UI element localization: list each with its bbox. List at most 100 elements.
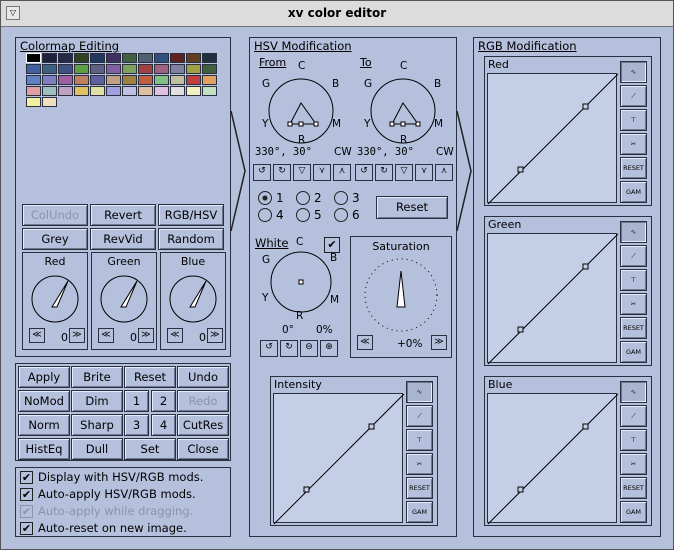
green-spline-icon[interactable]: ∿ (620, 221, 647, 243)
colormap-cell[interactable] (202, 53, 217, 63)
to-shrink-icon[interactable]: ⋏ (435, 164, 453, 181)
red-curve[interactable] (487, 73, 619, 205)
colormap-cell[interactable] (138, 64, 153, 74)
preset-4-button[interactable]: 4 (151, 414, 176, 436)
hsv-preset-radio-6[interactable] (334, 208, 348, 222)
white-sat-down-icon[interactable]: ⊖ (300, 340, 318, 357)
preset-1-button[interactable]: 1 (124, 390, 149, 412)
revert-button[interactable]: Revert (90, 204, 156, 226)
hsv-preset-radio-4[interactable] (258, 208, 272, 222)
colormap-cell[interactable] (154, 64, 169, 74)
white-sat-up-icon[interactable]: ⊕ (320, 340, 338, 357)
colormap-cell[interactable] (58, 53, 73, 63)
grey-button[interactable]: Grey (22, 228, 88, 250)
colormap-cell[interactable] (202, 64, 217, 74)
colormap-cell[interactable] (122, 53, 137, 63)
apply-button[interactable]: Apply (18, 366, 70, 388)
hsv-reset-button[interactable]: Reset (376, 196, 448, 219)
colormap-cell[interactable] (186, 64, 201, 74)
colormap-cell[interactable] (26, 86, 41, 96)
nomod-button[interactable]: NoMod (18, 390, 70, 412)
hsv-preset-radio-2[interactable] (296, 191, 310, 205)
colormap-cell[interactable] (74, 75, 89, 85)
green-dial-inc-button[interactable]: ≫ (138, 328, 154, 343)
colormap-cell[interactable] (26, 75, 41, 85)
colundo-button[interactable]: ColUndo (22, 204, 88, 226)
colormap-cell[interactable] (42, 97, 57, 107)
intensity-spline-icon[interactable]: ∿ (406, 381, 433, 403)
colormap-cell[interactable] (42, 75, 57, 85)
colormap-cell[interactable] (186, 75, 201, 85)
saturation-dial[interactable]: Saturation ≪ +0% ≫ (350, 236, 452, 358)
colormap-cell[interactable] (74, 64, 89, 74)
colormap-cell[interactable] (42, 53, 57, 63)
blue-delete-point-icon[interactable]: ✂ (620, 453, 647, 475)
colormap-cell[interactable] (74, 86, 89, 96)
saturation-dec-button[interactable]: ≪ (357, 335, 373, 350)
from-rotate-ccw-icon[interactable]: ↺ (253, 164, 271, 181)
green-curve[interactable] (487, 233, 619, 365)
colormap-cell[interactable] (154, 86, 169, 96)
green-delete-point-icon[interactable]: ✂ (620, 293, 647, 315)
preset-3-button[interactable]: 3 (124, 414, 149, 436)
close-button[interactable]: Close (177, 438, 229, 460)
histeq-button[interactable]: HistEq (18, 438, 70, 460)
undo-button[interactable]: Undo (177, 366, 229, 388)
colormap-cell[interactable] (58, 86, 73, 96)
to-rotate-ccw-icon[interactable]: ↺ (355, 164, 373, 181)
norm-button[interactable]: Norm (18, 414, 70, 436)
to-expand-icon[interactable]: ⋎ (415, 164, 433, 181)
blue-curve[interactable] (487, 393, 619, 525)
sharp-button[interactable]: Sharp (71, 414, 123, 436)
colormap-cell[interactable] (26, 53, 41, 63)
colormap-grid[interactable] (26, 53, 226, 113)
colormap-cell[interactable] (154, 75, 169, 85)
green-linear-icon[interactable]: ⟋ (620, 245, 647, 267)
white-rotate-ccw-icon[interactable]: ↺ (260, 340, 278, 357)
colormap-cell[interactable] (74, 53, 89, 63)
colormap-cell[interactable] (26, 97, 41, 107)
colormap-cell[interactable] (90, 64, 105, 74)
colormap-cell[interactable] (90, 53, 105, 63)
blue-add-point-icon[interactable]: ⊤ (620, 429, 647, 451)
colormap-cell[interactable] (138, 75, 153, 85)
to-rotate-cw-icon[interactable]: ↻ (375, 164, 393, 181)
intensity-reset-button[interactable]: RESET (406, 477, 433, 499)
intensity-delete-point-icon[interactable]: ✂ (406, 453, 433, 475)
green-dial[interactable]: Green ≪ 0 ≫ (91, 252, 157, 350)
intensity-gam-button[interactable]: GAM (406, 501, 433, 523)
brite-button[interactable]: Brite (71, 366, 123, 388)
red-dial-dec-button[interactable]: ≪ (29, 328, 45, 343)
colormap-cell[interactable] (138, 86, 153, 96)
blue-reset-button[interactable]: RESET (620, 477, 647, 499)
red-gam-button[interactable]: GAM (620, 181, 647, 203)
option-checkbox[interactable]: ✔ (20, 488, 33, 501)
blue-dial-dec-button[interactable]: ≪ (167, 328, 183, 343)
saturation-inc-button[interactable]: ≫ (431, 335, 447, 350)
dim-button[interactable]: Dim (71, 390, 123, 412)
from-rotate-cw-icon[interactable]: ↻ (273, 164, 291, 181)
colormap-cell[interactable] (122, 64, 137, 74)
preset-2-button[interactable]: 2 (151, 390, 176, 412)
red-spline-icon[interactable]: ∿ (620, 61, 647, 83)
reset-button[interactable]: Reset (124, 366, 176, 388)
colormap-cell[interactable] (170, 64, 185, 74)
random-button[interactable]: Random (158, 228, 224, 250)
colormap-cell[interactable] (106, 86, 121, 96)
colormap-cell[interactable] (202, 75, 217, 85)
red-dial-inc-button[interactable]: ≫ (69, 328, 85, 343)
colormap-cell[interactable] (26, 64, 41, 74)
colormap-cell[interactable] (90, 75, 105, 85)
colormap-cell[interactable] (90, 86, 105, 96)
hsv-preset-radio-3[interactable] (334, 191, 348, 205)
red-dial[interactable]: Red ≪ 0 ≫ (22, 252, 88, 350)
white-rotate-cw-icon[interactable]: ↻ (280, 340, 298, 357)
set-button[interactable]: Set (124, 438, 176, 460)
colormap-cell[interactable] (122, 75, 137, 85)
colormap-cell[interactable] (42, 86, 57, 96)
intensity-linear-icon[interactable]: ⟋ (406, 405, 433, 427)
colormap-cell[interactable] (170, 86, 185, 96)
colormap-cell[interactable] (106, 53, 121, 63)
blue-linear-icon[interactable]: ⟋ (620, 405, 647, 427)
from-expand-icon[interactable]: ⋎ (313, 164, 331, 181)
